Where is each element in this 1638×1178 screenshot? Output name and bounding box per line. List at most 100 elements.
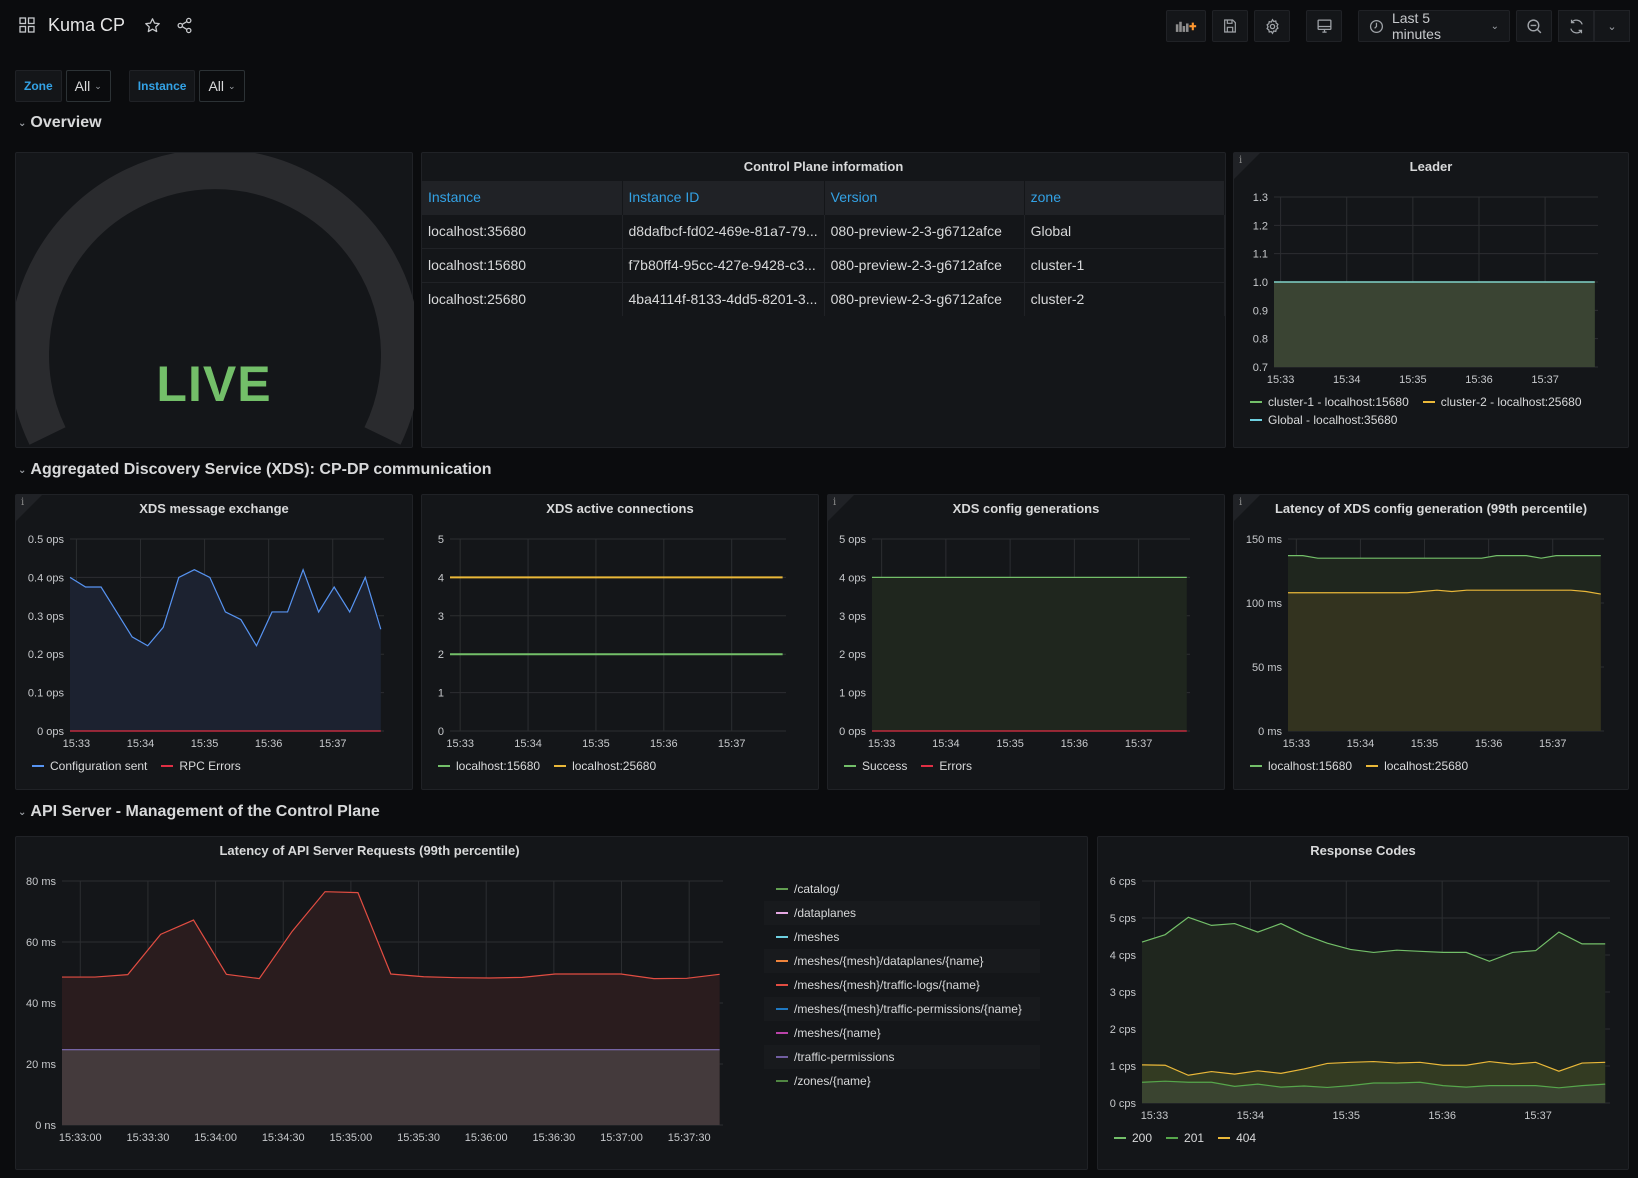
legend-item[interactable]: 201 [1166, 1131, 1204, 1145]
y-tick-label: 60 ms [26, 937, 56, 949]
legend-label: Configuration sent [50, 759, 148, 773]
panel-leader: i Leader 0.7 0.8 0.9 1.0 1.1 1.2 1.3 15:33 15:34 15… [1233, 152, 1629, 448]
legend-item[interactable]: localhost:15680 [1250, 759, 1352, 773]
legend-item[interactable]: Success [844, 759, 907, 773]
dashboard-header: Kuma CP [16, 14, 195, 36]
legend-label: Errors [939, 759, 973, 773]
x-tick-label: 15:35:30 [397, 1132, 440, 1144]
legend-item[interactable]: Errors [921, 759, 972, 773]
y-tick-label: 4 cps [1110, 950, 1137, 962]
legend-item[interactable]: /meshes/{mesh}/traffic-permissions/{name… [764, 997, 1040, 1021]
star-icon[interactable] [141, 14, 163, 36]
y-tick-label: 2 [438, 649, 444, 661]
legend-label: /catalog/ [794, 882, 840, 896]
panel-response-codes: Response Codes 0 cps 1 cps 2 cps 3 cps 4 cps 5… [1097, 836, 1629, 1170]
legend-item[interactable]: localhost:25680 [1366, 759, 1468, 773]
add-panel-button[interactable] [1166, 10, 1206, 42]
instance-variable-select[interactable]: All ⌄ [199, 70, 245, 102]
legend-label: localhost:15680 [456, 759, 541, 773]
x-tick-label: 15:33 [446, 738, 474, 750]
legend-item[interactable]: /dataplanes [764, 901, 1040, 925]
zone-variable-select[interactable]: All ⌄ [65, 70, 111, 102]
x-tick-label: 15:37 [1125, 738, 1153, 750]
legend-item[interactable]: cluster-2 - localhost:25680 [1422, 395, 1582, 409]
column-header-instance-id[interactable]: Instance ID [622, 181, 825, 214]
y-tick-label: 1 cps [1110, 1061, 1137, 1073]
legend-item[interactable]: Configuration sent [32, 759, 147, 773]
legend-label: cluster-2 - localhost:25680 [1440, 395, 1582, 409]
instance-variable-value: All [208, 78, 225, 94]
legend-swatch [1166, 1137, 1179, 1139]
legend-label: 200 [1132, 1131, 1153, 1145]
time-range-picker[interactable]: Last 5 minutes ⌄ [1358, 10, 1510, 42]
series-area-Success [872, 577, 1187, 731]
legend-item[interactable]: /meshes/{name} [764, 1021, 1040, 1045]
x-tick-label: 15:35 [582, 738, 610, 750]
column-header-zone[interactable]: zone [1024, 181, 1226, 214]
legend-item[interactable]: /traffic-permissions [764, 1045, 1040, 1069]
y-tick-label: 1.1 [1253, 249, 1268, 261]
x-tick-label: 15:37 [319, 738, 347, 750]
legend-swatch [32, 765, 44, 767]
row-api-server[interactable]: ⌄ API Server - Management of the Control… [18, 803, 380, 821]
x-tick-label: 15:33 [1141, 1110, 1169, 1122]
live-value: LIVE [156, 356, 272, 412]
refresh-interval-dropdown[interactable]: ⌄ [1594, 10, 1630, 42]
legend-item[interactable]: /meshes [764, 925, 1040, 949]
x-tick-label: 15:37 [1539, 738, 1567, 750]
legend-item[interactable]: /meshes/{mesh}/traffic-logs/{name} [764, 973, 1040, 997]
refresh-button[interactable] [1558, 10, 1594, 42]
legend-item[interactable]: localhost:15680 [438, 759, 540, 773]
legend-label: /traffic-permissions [794, 1050, 895, 1064]
series-area-/traffic-permissions [62, 1049, 720, 1125]
zoom-out-button[interactable] [1516, 10, 1552, 42]
legend-item[interactable]: /meshes/{mesh}/dataplanes/{name} [764, 949, 1040, 973]
column-header-instance[interactable]: Instance [422, 181, 623, 214]
legend-item[interactable]: /catalog/ [764, 877, 1040, 901]
x-tick-label: 15:35:00 [329, 1132, 372, 1144]
cell-version: 080-preview-2-3-g6712afce [824, 247, 1025, 282]
chevron-down-icon: ⌄ [18, 464, 27, 476]
template-variables: Zone All ⌄ Instance All ⌄ [15, 70, 263, 102]
y-tick-label: 0 ops [37, 726, 64, 738]
legend-item[interactable]: RPC Errors [161, 759, 241, 773]
y-tick-label: 0 ms [1258, 726, 1282, 738]
cell-instance: localhost:15680 [422, 247, 623, 282]
y-tick-label: 0.4 ops [28, 572, 65, 584]
legend-item[interactable]: 200 [1114, 1131, 1152, 1145]
row-xds[interactable]: ⌄ Aggregated Discovery Service (XDS): CP… [18, 461, 492, 479]
x-tick-label: 15:33:30 [127, 1132, 170, 1144]
dashboards-grid-icon[interactable] [16, 14, 38, 36]
legend-item[interactable]: cluster-1 - localhost:15680 [1250, 395, 1409, 409]
share-icon[interactable] [173, 14, 195, 36]
column-header-version[interactable]: Version [824, 181, 1025, 214]
cell-zone: Global [1024, 213, 1226, 248]
x-tick-label: 15:36 [1475, 738, 1503, 750]
legend-item[interactable]: /zones/{name} [764, 1069, 1040, 1093]
legend-item[interactable]: localhost:25680 [554, 759, 656, 773]
dashboard-title[interactable]: Kuma CP [48, 15, 125, 36]
x-tick-label: 15:33:00 [59, 1132, 102, 1144]
dashboard-settings-button[interactable] [1254, 10, 1290, 42]
y-tick-label: 0 ops [839, 726, 866, 738]
chart-xds-latency: 0 ms 50 ms 100 ms 150 ms 15:33 15:34 15:35 15:3… [1246, 534, 1604, 750]
legend-label: Global - localhost:35680 [1268, 413, 1398, 427]
save-dashboard-button[interactable] [1212, 10, 1248, 42]
chart-xds-gen: 0 ops 1 ops 2 ops 3 ops 4 ops 5 ops 15:33 15:34… [839, 534, 1190, 750]
legend-swatch [1422, 401, 1435, 403]
legend-swatch [554, 765, 567, 767]
save-icon [1224, 19, 1236, 33]
chart-legend: localhost:15680 localhost:25680 [438, 759, 808, 773]
legend-label: /zones/{name} [794, 1074, 871, 1088]
x-tick-label: 15:36 [650, 738, 678, 750]
cell-instance-id: f7b80ff4-95cc-427e-9428-c3... [622, 247, 825, 282]
tv-mode-button[interactable] [1306, 10, 1342, 42]
legend-label: 201 [1184, 1131, 1205, 1145]
row-overview[interactable]: ⌄ Overview [18, 114, 102, 132]
legend-item[interactable]: 404 [1218, 1131, 1256, 1145]
panel-xds-message-exchange: i XDS message exchange 0 ops 0.1 ops 0.2 ops… [15, 494, 413, 790]
x-tick-label: 15:35 [191, 738, 219, 750]
chevron-down-icon: ⌄ [18, 117, 27, 129]
legend-item[interactable]: Global - localhost:35680 [1250, 413, 1397, 427]
series-area-localhost:25680 [1288, 590, 1601, 731]
